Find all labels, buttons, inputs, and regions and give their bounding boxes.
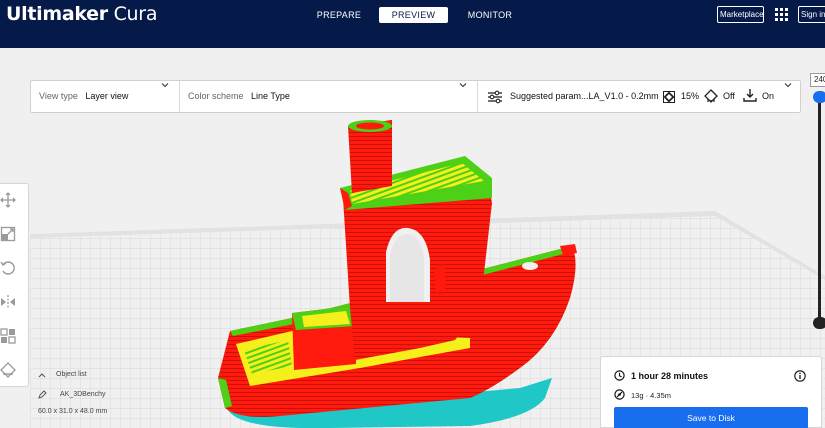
hawse-hole (522, 262, 538, 270)
view-type-select[interactable]: View type Layer view (39, 81, 128, 112)
scale-icon[interactable] (0, 226, 16, 242)
adhesion-icon (743, 89, 757, 102)
per-model-settings-icon[interactable] (0, 328, 16, 344)
divider (179, 81, 180, 112)
adhesion-value[interactable]: On (762, 81, 774, 112)
object-dimensions: 60.0 x 31.0 x 48.0 mm (38, 408, 108, 415)
print-info-panel: 1 hour 28 minutes 13g · 4.35m Save to Di… (600, 356, 822, 428)
marketplace-button[interactable]: Marketplace (717, 6, 764, 23)
material-usage: 13g · 4.35m (631, 391, 672, 400)
print-profile[interactable]: Suggested param...LA_V1.0 - 0.2mm (510, 81, 659, 112)
info-icon[interactable] (794, 370, 806, 382)
tab-preview[interactable]: PREVIEW (379, 7, 448, 23)
object-list-title[interactable]: Object list (56, 371, 87, 378)
object-name[interactable]: AK_3DBenchy (60, 391, 106, 398)
layer-number-input[interactable]: 240 (810, 73, 825, 87)
sliders-icon[interactable] (487, 90, 503, 104)
layer-slider-upper-handle[interactable] (813, 91, 825, 103)
top-header: Ultimaker Cura PREPARE PREVIEW MONITOR M… (0, 0, 825, 48)
chevron-up-icon[interactable] (38, 372, 46, 378)
signin-button[interactable]: Sign in (798, 6, 825, 23)
move-icon[interactable] (0, 192, 16, 208)
layer-slider-lower-handle[interactable] (813, 317, 825, 329)
divider (477, 81, 478, 112)
pencil-icon[interactable] (38, 390, 47, 399)
chevron-down-icon[interactable] (161, 81, 169, 89)
support-icon (704, 89, 718, 103)
tab-prepare[interactable]: PREPARE (305, 7, 373, 23)
color-scheme-select[interactable]: Color scheme Line Type (188, 81, 290, 112)
color-scheme-value: Line Type (251, 91, 290, 101)
logo-product: Cura (113, 3, 158, 25)
chevron-down-icon[interactable] (784, 81, 792, 89)
settings-bar: View type Layer view Color scheme Line T… (30, 80, 801, 113)
view-type-label: View type (39, 91, 78, 101)
chevron-down-icon[interactable] (459, 81, 467, 89)
infill-value[interactable]: 15% (681, 81, 699, 112)
spool-icon (614, 389, 625, 400)
view-type-value: Layer view (85, 91, 129, 101)
support-value[interactable]: Off (723, 81, 735, 112)
app-logo: Ultimaker Cura (6, 3, 157, 25)
support-blocker-icon[interactable] (0, 362, 16, 378)
print-time: 1 hour 28 minutes (631, 371, 709, 381)
rotate-icon[interactable] (0, 260, 16, 276)
clock-icon (614, 370, 625, 381)
infill-icon (663, 91, 675, 103)
layer-slider-track[interactable] (818, 94, 821, 326)
tab-monitor[interactable]: MONITOR (456, 7, 524, 23)
apps-grid-icon[interactable] (775, 8, 788, 21)
mirror-icon[interactable] (0, 294, 16, 310)
color-scheme-label: Color scheme (188, 91, 244, 101)
save-to-disk-button[interactable]: Save to Disk (614, 407, 808, 428)
tool-panel (0, 183, 29, 387)
logo-brand: Ultimaker (6, 3, 108, 25)
